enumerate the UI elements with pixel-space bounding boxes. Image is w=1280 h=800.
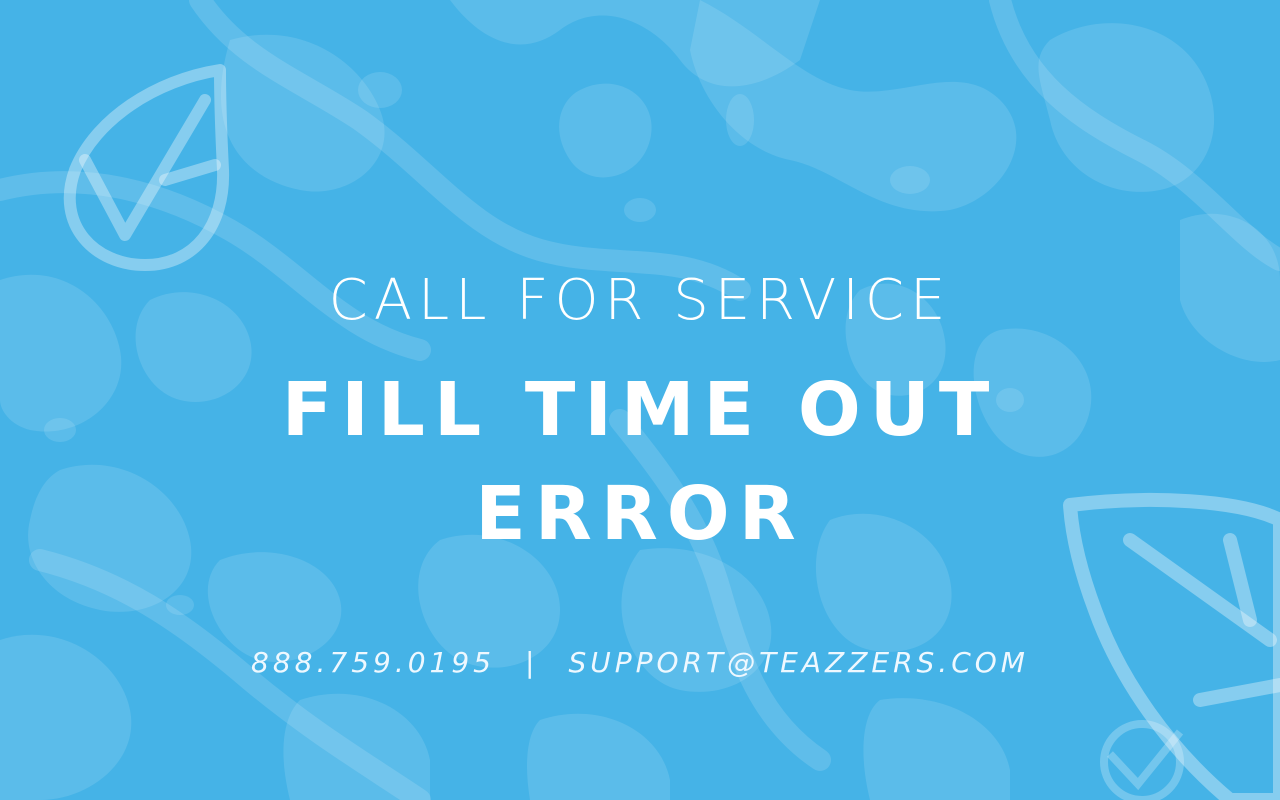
error-title-line-2: ERROR [475,471,805,557]
contact-separator: | [525,646,539,679]
contact-info: 888.759.0195 | SUPPORT@TEAZZERS.COM [0,643,1280,683]
error-title-line-1: FILL TIME OUT [281,367,999,453]
call-for-service-heading: CALL FOR SERVICE [328,268,952,333]
support-email[interactable]: SUPPORT@TEAZZERS.COM [568,646,1029,679]
error-title: FILL TIME OUT ERROR [0,358,1280,566]
error-message-panel: CALL FOR SERVICE FILL TIME OUT ERROR 888… [0,0,1280,800]
support-phone[interactable]: 888.759.0195 [251,646,495,679]
